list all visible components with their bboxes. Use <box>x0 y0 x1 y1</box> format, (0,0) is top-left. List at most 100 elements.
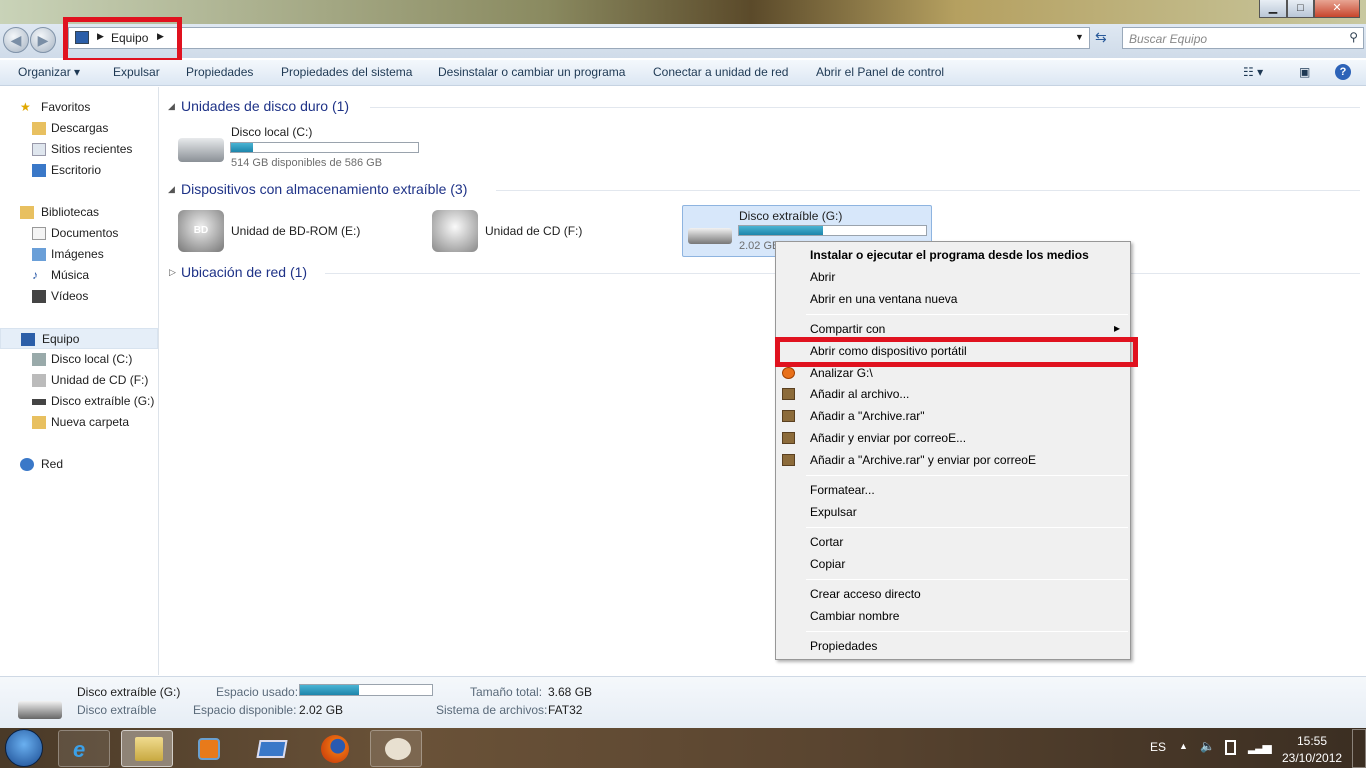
language-indicator[interactable]: ES <box>1150 740 1166 754</box>
drive-name: Disco extraíble (G:) <box>739 209 843 223</box>
menu-item-open[interactable]: Abrir <box>810 270 835 284</box>
drive-usage-bar <box>230 142 419 153</box>
drive-free-space: 2.02 GB <box>739 240 780 252</box>
sidebar-item-videos[interactable]: Vídeos <box>0 286 158 307</box>
menu-item-rename[interactable]: Cambiar nombre <box>810 609 899 623</box>
minimize-button[interactable]: ▁ <box>1259 0 1287 18</box>
label: Red <box>41 457 64 471</box>
help-icon[interactable]: ? <box>1335 64 1351 80</box>
details-name: Disco extraíble (G:) <box>77 685 181 699</box>
sidebar-item-musica[interactable]: ♪ Música <box>0 265 158 286</box>
expand-arrow-icon[interactable]: ▷ <box>169 267 176 278</box>
explorer-icon <box>135 737 163 761</box>
search-placeholder: Buscar Equipo <box>1129 32 1208 46</box>
drive-name: Disco local (C:) <box>231 125 313 139</box>
cd-drive-icon <box>432 210 478 252</box>
sidebar-item-disco-extraible[interactable]: Disco extraíble (G:) <box>0 391 158 412</box>
menu-item-scan[interactable]: Analizar G:\ <box>810 366 873 380</box>
open-control-panel-button[interactable]: Abrir el Panel de control <box>816 65 944 79</box>
view-options-icon[interactable]: ☷ ▾ <box>1243 65 1263 79</box>
signal-icon[interactable]: ▂▃▅ <box>1248 740 1272 754</box>
map-network-drive-button[interactable]: Conectar a unidad de red <box>653 65 788 79</box>
properties-button[interactable]: Propiedades <box>186 65 253 79</box>
menu-item-add-archive-rar[interactable]: Añadir a "Archive.rar" <box>810 409 925 423</box>
usb-drive-icon <box>32 399 46 405</box>
show-desktop-button[interactable] <box>1352 729 1366 768</box>
menu-separator <box>806 475 1128 476</box>
eject-button[interactable]: Expulsar <box>113 65 160 79</box>
power-icon[interactable] <box>1225 740 1236 755</box>
drive-item-f[interactable]: Unidad de CD (F:) <box>430 206 670 256</box>
winrar-icon <box>782 432 795 444</box>
menu-item-create-shortcut[interactable]: Crear acceso directo <box>810 587 921 601</box>
menu-item-add-email[interactable]: Añadir y enviar por correoE... <box>810 431 966 445</box>
sidebar-item-escritorio[interactable]: Escritorio <box>0 160 158 181</box>
clock-date[interactable]: 23/10/2012 <box>1282 751 1342 765</box>
back-button[interactable]: ◀ <box>3 27 29 53</box>
label: Imágenes <box>51 247 104 261</box>
sidebar-item-sitios-recientes[interactable]: Sitios recientes <box>0 139 158 160</box>
system-properties-button[interactable]: Propiedades del sistema <box>281 65 412 79</box>
taskbar-ie[interactable]: e <box>58 730 110 767</box>
forward-button[interactable]: ▶ <box>30 27 56 53</box>
highlight-box <box>775 337 1138 367</box>
group-header-hdd[interactable]: Unidades de disco duro (1) <box>181 98 349 114</box>
menu-item-share-with[interactable]: Compartir con <box>810 322 885 336</box>
sidebar-item-imagenes[interactable]: Imágenes <box>0 244 158 265</box>
sidebar-item-nueva-carpeta[interactable]: Nueva carpeta <box>0 412 158 433</box>
taskbar-firefox[interactable] <box>309 730 361 767</box>
sidebar-item-documentos[interactable]: Documentos <box>0 223 158 244</box>
winrar-icon <box>782 410 795 422</box>
collapse-arrow-icon[interactable]: ◢ <box>168 184 175 195</box>
highlight-box <box>63 17 182 63</box>
sidebar-red[interactable]: Red <box>0 454 158 475</box>
usb-drive-icon <box>18 701 62 719</box>
menu-item-cut[interactable]: Cortar <box>810 535 843 549</box>
label: Nueva carpeta <box>51 415 130 429</box>
menu-item-copy[interactable]: Copiar <box>810 557 845 571</box>
refresh-icon[interactable]: ⇆ <box>1095 29 1107 46</box>
group-header-removable[interactable]: Dispositivos con almacenamiento extraíbl… <box>181 181 467 197</box>
group-header-network[interactable]: Ubicación de red (1) <box>181 264 307 280</box>
sidebar-item-disco-local[interactable]: Disco local (C:) <box>0 349 158 370</box>
drive-item-c[interactable]: Disco local (C:) 514 GB disponibles de 5… <box>176 122 426 170</box>
organize-button[interactable]: Organizar ▾ <box>18 65 80 79</box>
show-hidden-icons[interactable]: ▲ <box>1179 741 1188 751</box>
winrar-icon <box>782 454 795 466</box>
menu-item-eject[interactable]: Expulsar <box>810 505 857 519</box>
documents-icon <box>32 227 46 240</box>
used-space-label: Espacio usado: <box>216 685 299 699</box>
maximize-button[interactable]: □ <box>1287 0 1314 18</box>
sidebar-equipo[interactable]: Equipo <box>0 328 158 349</box>
address-bar[interactable]: ▶ Equipo ▶ ▼ <box>68 27 1090 49</box>
sidebar-bibliotecas[interactable]: Bibliotecas <box>0 202 158 223</box>
taskbar-paint[interactable] <box>370 730 422 767</box>
sidebar-item-unidad-cd[interactable]: Unidad de CD (F:) <box>0 370 158 391</box>
menu-item-add-archive[interactable]: Añadir al archivo... <box>810 387 909 401</box>
label: Unidad de CD (F:) <box>51 373 149 387</box>
sidebar-item-descargas[interactable]: Descargas <box>0 118 158 139</box>
volume-icon[interactable]: 🔈 <box>1200 739 1215 753</box>
close-button[interactable]: ✕ <box>1314 0 1360 18</box>
drive-item-e[interactable]: BD Unidad de BD-ROM (E:) <box>176 206 416 256</box>
start-button[interactable] <box>5 729 43 767</box>
taskbar-media-player[interactable] <box>182 730 234 767</box>
window-app-icon <box>256 740 288 758</box>
collapse-arrow-icon[interactable]: ◢ <box>168 101 175 112</box>
menu-item-open-new-window[interactable]: Abrir en una ventana nueva <box>810 292 957 306</box>
uninstall-program-button[interactable]: Desinstalar o cambiar un programa <box>438 65 625 79</box>
clock-time[interactable]: 15:55 <box>1297 734 1327 748</box>
sidebar-favoritos[interactable]: ★ Favoritos <box>0 97 158 118</box>
dropdown-arrow-icon[interactable]: ▼ <box>1075 32 1084 42</box>
search-input[interactable]: Buscar Equipo ⚲ <box>1122 27 1364 49</box>
preview-pane-icon[interactable]: ▣ <box>1299 65 1310 79</box>
menu-item-add-rar-email[interactable]: Añadir a "Archive.rar" y enviar por corr… <box>810 453 1036 467</box>
label: Favoritos <box>41 100 91 114</box>
menu-item-properties[interactable]: Propiedades <box>810 639 877 653</box>
filesystem-value: FAT32 <box>548 703 583 717</box>
menu-item-install-run[interactable]: Instalar o ejecutar el programa desde lo… <box>810 248 1089 262</box>
menu-item-format[interactable]: Formatear... <box>810 483 875 497</box>
taskbar-app[interactable] <box>246 730 298 767</box>
label: Equipo <box>42 332 80 346</box>
taskbar-explorer[interactable] <box>121 730 173 767</box>
